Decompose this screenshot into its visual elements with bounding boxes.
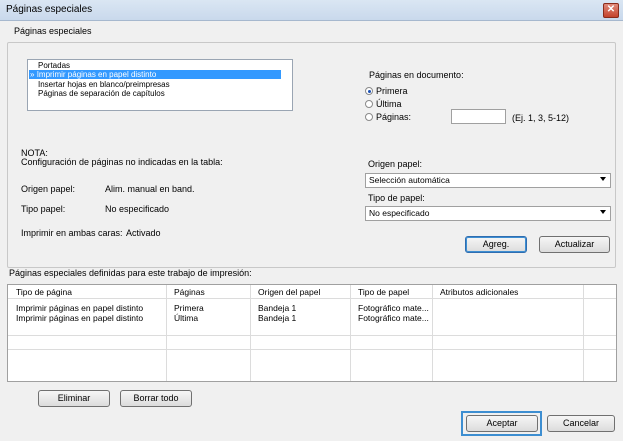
list-item[interactable]: Portadas — [38, 61, 70, 70]
pages-example: (Ej. 1, 3, 5-12) — [512, 113, 570, 123]
pages-in-document-label: Páginas en documento: — [369, 70, 464, 80]
radio-paginas[interactable] — [365, 113, 373, 121]
nota-subheading: Configuración de páginas no indicadas en… — [21, 157, 223, 167]
chevron-down-icon — [600, 177, 606, 181]
paper-type-select[interactable]: No especificado — [365, 206, 611, 221]
delete-button[interactable]: Eliminar — [38, 390, 110, 407]
chevron-down-icon — [600, 210, 606, 214]
list-item[interactable]: Insertar hojas en blanco/preimpresas — [38, 80, 170, 89]
column-header[interactable]: Tipo de página — [16, 287, 72, 297]
nota-duplex-label: Imprimir en ambas caras: — [21, 228, 123, 238]
paper-source-label: Origen papel: — [368, 159, 423, 169]
selected-marker-icon: » — [30, 70, 35, 79]
cell-page-type: Imprimir páginas en papel distinto — [16, 303, 144, 313]
nota-type-label: Tipo papel: — [21, 204, 66, 214]
radio-primera[interactable] — [365, 87, 373, 95]
cell-source: Bandeja 1 — [258, 313, 297, 323]
title-bar: Páginas especiales ✕ — [0, 0, 623, 21]
page-type-list[interactable]: Portadas » Imprimir páginas en papel dis… — [27, 59, 293, 111]
cell-source: Bandeja 1 — [258, 303, 297, 313]
table-caption: Páginas especiales definidas para este t… — [9, 268, 252, 278]
list-item[interactable]: Páginas de separación de capítulos — [38, 89, 165, 98]
column-header[interactable]: Tipo de papel — [358, 287, 409, 297]
paper-source-value: Selección automática — [369, 175, 450, 185]
close-icon[interactable]: ✕ — [603, 3, 619, 18]
window-title: Páginas especiales — [6, 4, 93, 15]
cell-paper-type: Fotográfico mate... — [358, 313, 429, 323]
ok-button[interactable]: Aceptar — [466, 415, 538, 432]
clear-all-button[interactable]: Borrar todo — [120, 390, 192, 407]
list-item-selected[interactable]: » Imprimir páginas en papel distinto — [29, 70, 281, 79]
nota-source-value: Alim. manual en band. — [105, 184, 195, 194]
special-pages-table[interactable]: Tipo de página Páginas Origen del papel … — [7, 284, 617, 382]
column-header[interactable]: Origen del papel — [258, 287, 320, 297]
cell-pages: Primera — [174, 303, 204, 313]
group-label: Páginas especiales — [12, 26, 94, 36]
paper-type-label: Tipo de papel: — [368, 193, 425, 203]
paper-source-select[interactable]: Selección automática — [365, 173, 611, 188]
nota-source-label: Origen papel: — [21, 184, 76, 194]
cell-page-type: Imprimir páginas en papel distinto — [16, 313, 144, 323]
radio-paginas-label: Páginas: — [376, 112, 412, 122]
update-button[interactable]: Actualizar — [539, 236, 610, 253]
radio-ultima-label: Última — [376, 99, 402, 109]
radio-primera-label: Primera — [376, 86, 408, 96]
paper-type-value: No especificado — [369, 208, 430, 218]
column-header[interactable]: Atributos adicionales — [440, 287, 518, 297]
cell-paper-type: Fotográfico mate... — [358, 303, 429, 313]
pages-input[interactable] — [451, 109, 506, 124]
cancel-button[interactable]: Cancelar — [547, 415, 615, 432]
nota-duplex-value: Activado — [126, 228, 161, 238]
cell-pages: Última — [174, 313, 199, 323]
radio-ultima[interactable] — [365, 100, 373, 108]
add-button[interactable]: Agreg. — [465, 236, 527, 253]
list-item-label: Imprimir páginas en papel distinto — [36, 70, 157, 79]
column-header[interactable]: Páginas — [174, 287, 205, 297]
nota-type-value: No especificado — [105, 204, 170, 214]
